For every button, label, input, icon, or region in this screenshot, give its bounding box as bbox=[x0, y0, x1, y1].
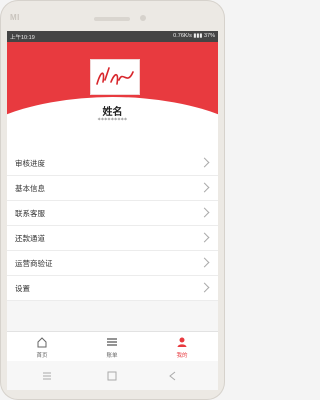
nav-buttons bbox=[43, 371, 176, 381]
speaker-grille bbox=[94, 17, 130, 21]
chevron-right-icon bbox=[199, 257, 210, 268]
chevron-right-icon bbox=[199, 282, 210, 293]
home-nav-icon[interactable] bbox=[107, 371, 117, 381]
menu-item-review-progress[interactable]: 审核进度 bbox=[7, 151, 218, 176]
status-right: 0.76K/s ▮▮▮ 37% bbox=[173, 33, 215, 39]
network-speed: 0.76K/s bbox=[173, 33, 192, 39]
menu-item-contact-service[interactable]: 联系客服 bbox=[7, 201, 218, 226]
menu-item-label: 还款通道 bbox=[15, 234, 45, 243]
status-time: 上午10:19 bbox=[10, 35, 35, 41]
home-icon bbox=[37, 337, 47, 348]
tab-label: 首页 bbox=[36, 353, 48, 359]
chevron-right-icon bbox=[199, 182, 210, 193]
person-icon bbox=[177, 337, 187, 347]
menu-item-basic-info[interactable]: 基本信息 bbox=[7, 176, 218, 201]
tab-label: 账单 bbox=[106, 353, 118, 359]
tab-mine[interactable]: 我的 bbox=[147, 332, 217, 361]
avatar[interactable] bbox=[90, 59, 140, 95]
front-camera bbox=[140, 15, 146, 21]
menu-nav-icon[interactable] bbox=[43, 372, 51, 380]
menu-item-settings[interactable]: 设置 bbox=[7, 276, 218, 301]
tab-home[interactable]: 首页 bbox=[7, 332, 77, 361]
signal-icon: ▮▮▮ bbox=[193, 33, 203, 39]
menu-item-label: 运营商验证 bbox=[15, 259, 53, 268]
menu-item-label: 设置 bbox=[15, 284, 30, 293]
signature-logo bbox=[96, 67, 134, 85]
user-name: 姓名 bbox=[102, 107, 123, 118]
tab-bar: 首页 账单 我的 bbox=[7, 331, 218, 361]
status-bar: 上午10:19 0.76K/s ▮▮▮ 37% bbox=[7, 31, 218, 42]
chevron-right-icon bbox=[199, 157, 210, 168]
menu-item-repayment[interactable]: 还款通道 bbox=[7, 226, 218, 251]
menu-item-carrier-verify[interactable]: 运营商验证 bbox=[7, 251, 218, 276]
back-nav-icon[interactable] bbox=[169, 371, 176, 381]
tab-bills[interactable]: 账单 bbox=[77, 332, 147, 361]
chevron-right-icon bbox=[199, 207, 210, 218]
menu-item-label: 联系客服 bbox=[15, 209, 45, 218]
screen: 上午10:19 0.76K/s ▮▮▮ 37% 姓名 ********* 审核进… bbox=[7, 31, 218, 361]
brand-logo: MI bbox=[10, 13, 20, 22]
profile-header: 姓名 ********* bbox=[7, 42, 218, 157]
battery-level: 37% bbox=[203, 33, 215, 39]
system-nav-bar bbox=[7, 361, 218, 390]
masked-phone: ********* bbox=[97, 117, 128, 124]
menu-item-label: 审核进度 bbox=[15, 159, 45, 168]
tab-label: 我的 bbox=[176, 353, 188, 359]
phone-frame: MI 上午10:19 0.76K/s ▮▮▮ 37% 姓名 ********* … bbox=[0, 0, 225, 400]
menu-list: 审核进度 基本信息 联系客服 还款通道 运营商验证 设置 bbox=[7, 151, 218, 301]
menu-item-label: 基本信息 bbox=[15, 184, 45, 193]
chevron-right-icon bbox=[199, 232, 210, 243]
list-icon bbox=[107, 338, 117, 346]
